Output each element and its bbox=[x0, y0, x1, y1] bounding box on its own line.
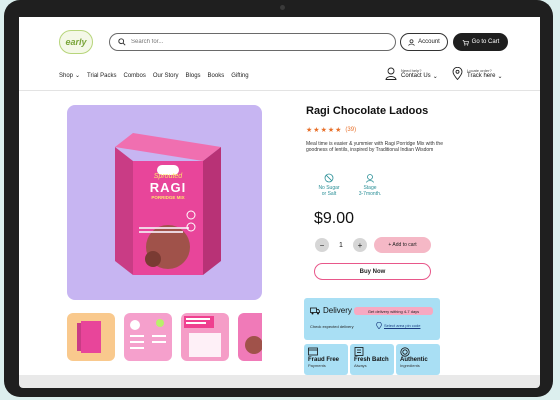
account-label: Account bbox=[418, 39, 440, 45]
star-icon: ★ bbox=[313, 127, 320, 134]
box-label: Sprouted RAGI PORRIDGE MIX bbox=[133, 173, 203, 200]
badge-fraud-free: Fraud Free Payments bbox=[304, 344, 348, 375]
delivery-panel: Delivery Get delivery withing 4-7 days C… bbox=[304, 298, 440, 340]
feature-line: 3-7month. bbox=[358, 191, 382, 197]
nav-item-trial-packs[interactable]: Trial Packs bbox=[87, 72, 116, 79]
decrement-button[interactable]: − bbox=[315, 238, 329, 252]
header-divider bbox=[19, 90, 540, 91]
star-icon: ★ bbox=[335, 127, 342, 134]
feature-line: or Salt bbox=[321, 191, 337, 197]
thumbnail-ingredients-image bbox=[130, 319, 166, 349]
feature-no-sugar: No Sugar or Salt bbox=[307, 173, 351, 197]
nav-item-shop[interactable]: Shop ⌄ bbox=[59, 72, 81, 80]
quantity-value: 1 bbox=[339, 241, 343, 249]
star-icon: ★ bbox=[327, 127, 335, 134]
product-box-illustration bbox=[115, 133, 221, 275]
logo-text: early bbox=[65, 37, 87, 47]
main-nav: Shop ⌄ Trial Packs Combos Our Story Blog… bbox=[59, 72, 249, 80]
truck-icon bbox=[310, 307, 320, 314]
rating-count: (39) bbox=[345, 127, 357, 133]
contact-us-link[interactable]: Need help? Contact Us ⌄ bbox=[385, 67, 438, 80]
nav-label: Trial Packs bbox=[87, 72, 117, 79]
baby-icon bbox=[366, 174, 374, 183]
fresh-batch-icon bbox=[354, 347, 364, 356]
device-frame: early Account Go to Cart Shop ⌄ Trial Pa… bbox=[4, 0, 553, 397]
badge-subtitle: Always bbox=[354, 363, 367, 368]
user-icon bbox=[408, 38, 415, 46]
feature-stage: Stage 3-7month. bbox=[348, 173, 392, 197]
location-pin-icon bbox=[452, 67, 463, 80]
chevron-down-icon: ⌄ bbox=[75, 73, 81, 79]
nav-label: Our Story bbox=[152, 72, 179, 79]
product-main-image[interactable]: Sprouted RAGI PORRIDGE MIX bbox=[67, 105, 262, 300]
nav-item-blogs[interactable]: Blogs bbox=[186, 72, 201, 79]
nav-item-combos[interactable]: Combos bbox=[124, 72, 146, 79]
nav-item-our-story[interactable]: Our Story bbox=[153, 72, 179, 79]
badge-authentic: Authentic Ingredients bbox=[396, 344, 440, 375]
badge-fresh-batch: Fresh Batch Always bbox=[350, 344, 394, 375]
track-here-label: Track here bbox=[467, 73, 496, 79]
increment-button[interactable]: + bbox=[352, 238, 367, 252]
thumbnail-bowl-image bbox=[245, 336, 262, 354]
browser-screen: early Account Go to Cart Shop ⌄ Trial Pa… bbox=[19, 17, 540, 375]
nav-label: Gifting bbox=[231, 72, 249, 79]
delivery-title: Delivery bbox=[323, 306, 352, 315]
delivery-heading: Delivery bbox=[310, 306, 352, 315]
select-pin-code-link[interactable]: Select area pin code bbox=[376, 322, 420, 329]
nav-label: Combos bbox=[123, 72, 146, 79]
pin-code-label: Select area pin code bbox=[384, 323, 421, 328]
check-delivery-text: Check expected delivery bbox=[310, 324, 354, 329]
product-price: $9.00 bbox=[314, 210, 355, 227]
chevron-down-icon: ⌄ bbox=[432, 73, 438, 80]
quantity-stepper: − 1 + bbox=[315, 238, 367, 252]
contact-us-label: Contact Us bbox=[401, 73, 431, 79]
search-icon bbox=[118, 38, 126, 46]
product-thumbnail-2[interactable] bbox=[124, 313, 172, 361]
box-sprouted-text: Sprouted bbox=[153, 173, 183, 180]
track-order-link[interactable]: Locate order? Track here ⌄ bbox=[452, 67, 502, 80]
account-button[interactable]: Account bbox=[400, 33, 448, 51]
nav-item-books[interactable]: Books bbox=[208, 72, 225, 79]
no-sugar-icon bbox=[324, 173, 334, 183]
product-thumbnail-1[interactable] bbox=[67, 313, 115, 361]
secure-payment-icon bbox=[308, 347, 318, 356]
product-description: Meal time is easier & yummier with Ragi … bbox=[306, 141, 443, 154]
star-icon: ★ bbox=[306, 127, 313, 134]
nav-item-gifting[interactable]: Gifting bbox=[231, 72, 248, 79]
go-to-cart-button[interactable]: Go to Cart bbox=[453, 33, 508, 51]
location-pin-icon bbox=[376, 322, 382, 329]
nav-label: Shop bbox=[59, 72, 74, 79]
add-to-cart-button[interactable]: + Add to cart bbox=[374, 237, 431, 253]
authentic-seal-icon bbox=[400, 347, 410, 357]
product-thumbnail-4[interactable] bbox=[238, 313, 262, 361]
badge-subtitle: Ingredients bbox=[400, 363, 420, 368]
brand-logo[interactable]: early bbox=[59, 30, 93, 54]
cart-label: Go to Cart bbox=[471, 39, 500, 45]
thumbnail-box-image bbox=[77, 321, 101, 353]
nav-label: Blogs bbox=[185, 72, 201, 79]
star-icon: ★ bbox=[320, 127, 327, 134]
nav-label: Books bbox=[207, 72, 225, 79]
badge-subtitle: Payments bbox=[308, 363, 326, 368]
box-ragi-text: RAGI bbox=[149, 180, 187, 195]
box-porridge-text: PORRIDGE MIX bbox=[151, 195, 185, 200]
buy-now-button[interactable]: Buy Now bbox=[314, 263, 431, 280]
delivery-time-badge: Get delivery withing 4-7 days bbox=[354, 307, 433, 315]
search-input[interactable] bbox=[131, 39, 371, 45]
chevron-down-icon: ⌄ bbox=[497, 73, 503, 80]
camera-dot bbox=[280, 5, 285, 10]
device-bottom-bezel bbox=[19, 375, 540, 388]
support-agent-icon bbox=[385, 67, 397, 80]
thumbnail-clean-ingredients-image bbox=[184, 316, 221, 357]
product-rating[interactable]: ★ ★ ★ ★ ★ (39) bbox=[306, 126, 356, 134]
product-title: Ragi Chocolate Ladoos bbox=[306, 105, 429, 117]
cart-icon bbox=[462, 39, 469, 46]
search-bar[interactable] bbox=[109, 33, 396, 51]
product-thumbnail-3[interactable] bbox=[181, 313, 229, 361]
